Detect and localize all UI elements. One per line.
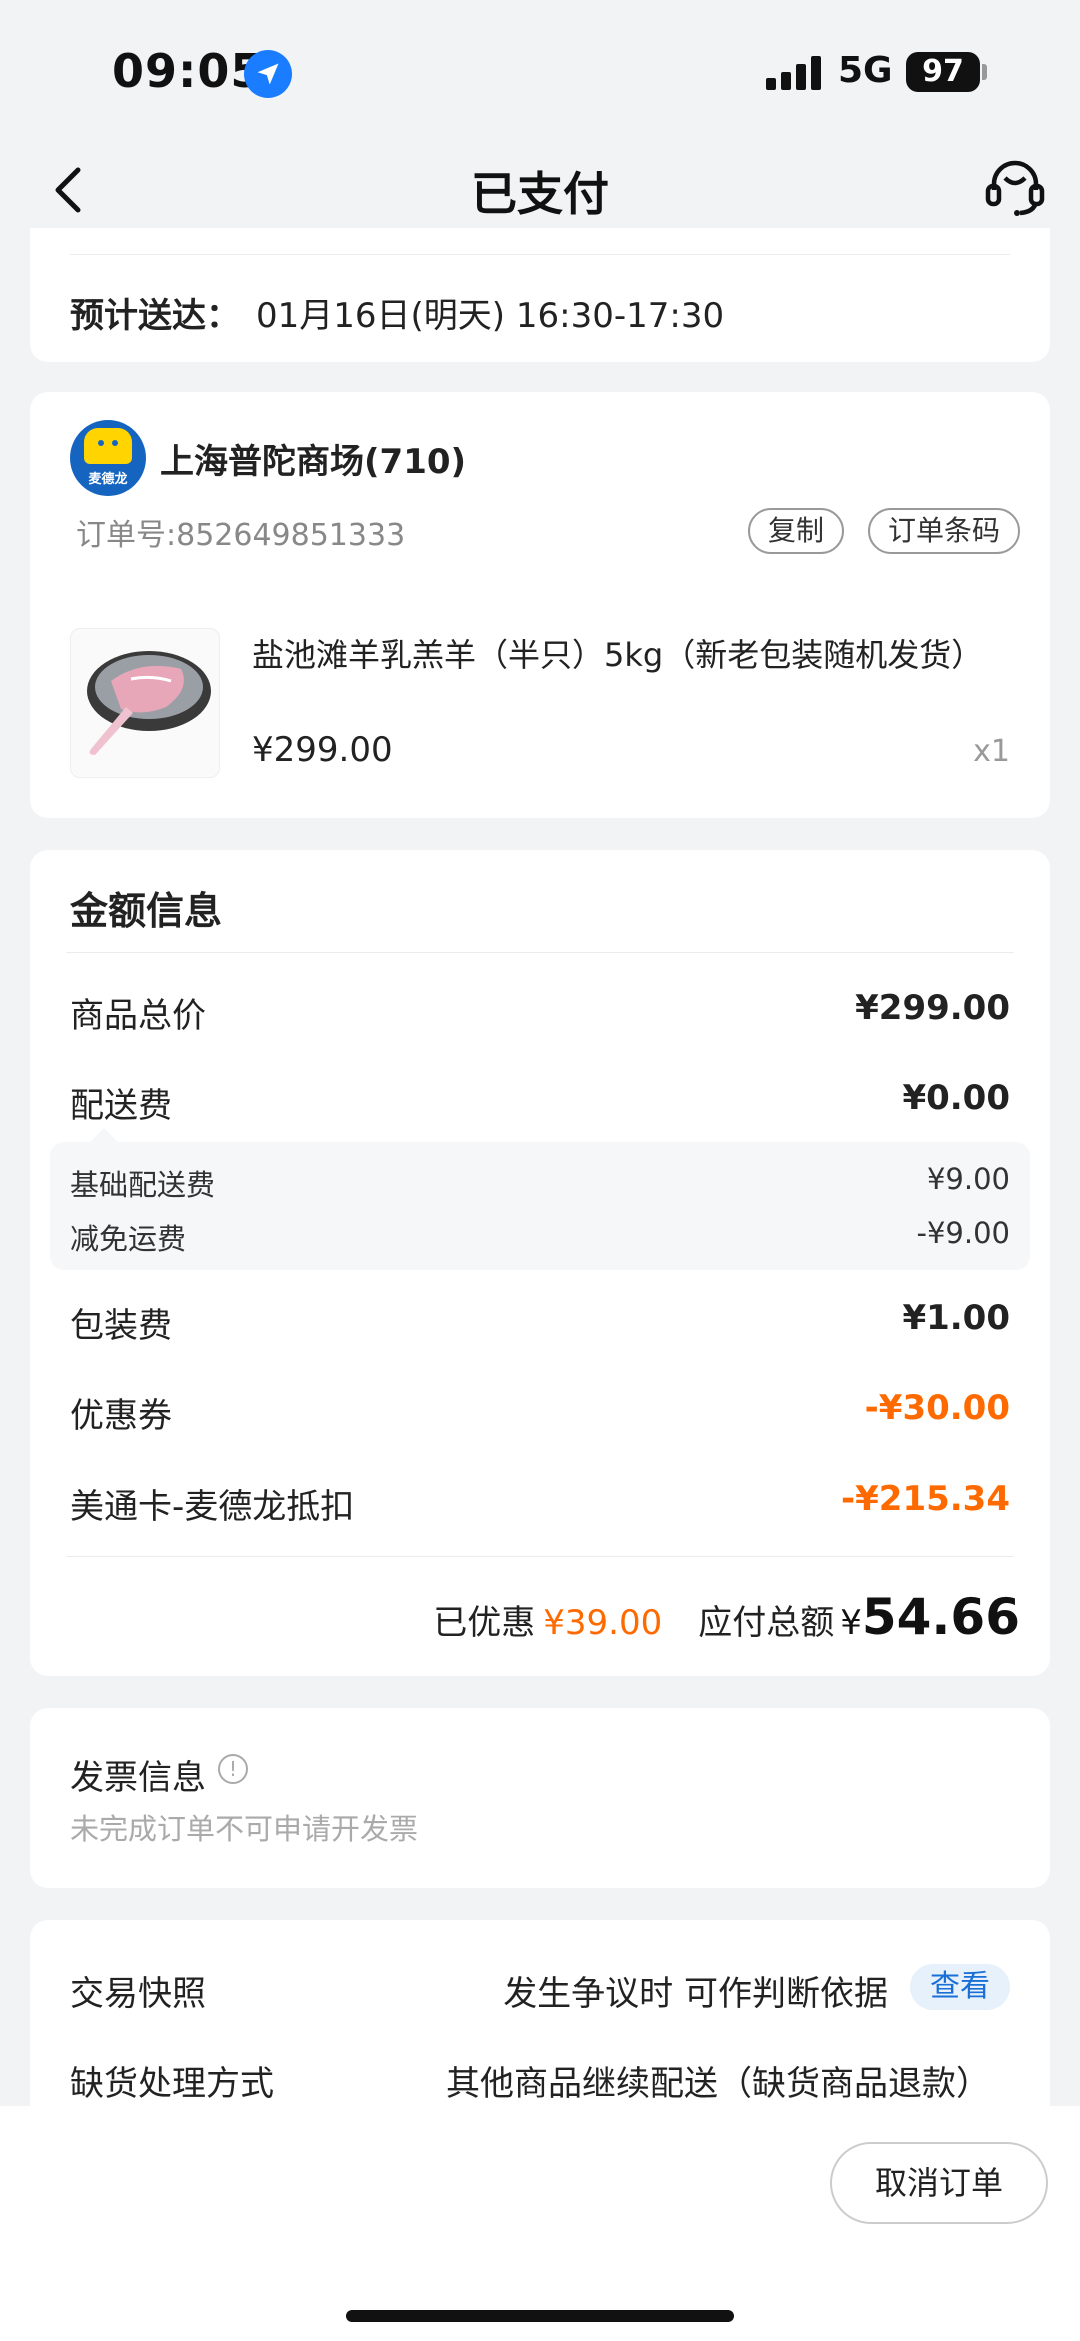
delivery-fee-detail: 基础配送费 ¥9.00 减免运费 -¥9.00 — [50, 1128, 1030, 1270]
status-time: 09:05 — [112, 44, 264, 98]
delivery-fee-label: 配送费 — [70, 1086, 172, 1126]
order-card: 麦德龙 上海普陀商场(710) 订单号:852649851333 复制 订单条码… — [30, 392, 1050, 818]
store-logo: 麦德龙 — [70, 420, 146, 496]
page-title: 已支付 — [471, 167, 609, 221]
packaging-fee-label: 包装费 — [70, 1306, 172, 1346]
order-number: 订单号:852649851333 — [76, 518, 406, 553]
divider — [70, 254, 1010, 255]
subtotal-label: 商品总价 — [70, 996, 206, 1036]
logo-elephant-icon — [84, 428, 132, 464]
out-of-stock-label: 缺货处理方式 — [70, 2064, 274, 2104]
status-bar: 09:05 5G 97 — [0, 0, 1080, 140]
out-of-stock-value[interactable]: 其他商品继续配送（缺货商品退款） — [446, 2056, 990, 2105]
subtotal-value: ¥299.00 — [855, 988, 1010, 1028]
location-arrow-icon — [244, 50, 292, 98]
due-label: 应付总额 — [698, 1603, 835, 1643]
home-indicator[interactable] — [346, 2310, 734, 2322]
snapshot-card: 交易快照 发生争议时 可作判断依据 查看 缺货处理方式 其他商品继续配送（缺货商… — [30, 1920, 1050, 2120]
card-deduction-value: -¥215.34 — [841, 1479, 1010, 1519]
amount-title: 金额信息 — [70, 889, 223, 933]
signal-icon — [766, 56, 822, 90]
product-name[interactable]: 盐池滩羊乳羔羊（半只）5kg（新老包装随机发货） — [252, 630, 983, 676]
view-snapshot-button[interactable]: 查看 — [910, 1964, 1010, 2010]
base-delivery-value: ¥9.00 — [926, 1162, 1010, 1196]
battery-icon: 97 — [906, 52, 980, 92]
snapshot-label: 交易快照 — [70, 1974, 206, 2014]
customer-service-icon[interactable] — [980, 154, 1050, 224]
store-name[interactable]: 上海普陀商场(710) — [160, 434, 466, 483]
snapshot-text: 发生争议时 可作判断依据 — [503, 1974, 888, 2014]
bottom-action-bar: 取消订单 — [0, 2106, 1080, 2341]
divider — [66, 1556, 1014, 1557]
nav-bar: 已支付 — [0, 140, 1080, 240]
delivery-fee-value: ¥0.00 — [902, 1078, 1010, 1118]
info-icon[interactable]: ! — [218, 1754, 248, 1784]
battery-tip — [982, 64, 987, 80]
order-barcode-button[interactable]: 订单条码 — [868, 508, 1020, 554]
network-type: 5G — [838, 50, 893, 91]
copy-button[interactable]: 复制 — [748, 508, 844, 554]
delivery-card: 预计送达： 01月16日(明天) 16:30-17:30 — [30, 228, 1050, 362]
cancel-order-button[interactable]: 取消订单 — [830, 2142, 1048, 2224]
invoice-card: 发票信息 ! 未完成订单不可申请开发票 — [30, 1708, 1050, 1888]
base-delivery-label: 基础配送费 — [70, 1168, 216, 1202]
invoice-note: 未完成订单不可申请开发票 — [70, 1812, 419, 1846]
packaging-fee-value: ¥1.00 — [902, 1298, 1010, 1338]
product-quantity: x1 — [973, 734, 1010, 769]
saved-label: 已优惠 — [433, 1603, 536, 1643]
coupon-value: -¥30.00 — [864, 1388, 1010, 1428]
product-image[interactable] — [70, 628, 220, 778]
eta-label: 预计送达： — [70, 296, 240, 336]
product-price: ¥299.00 — [252, 730, 393, 770]
eta-value: 01月16日(明天) 16:30-17:30 — [256, 296, 725, 336]
card-deduction-label: 美通卡-麦德龙抵扣 — [70, 1487, 355, 1527]
saved-value: ¥39.00 — [543, 1603, 663, 1643]
logo-text: 麦德龙 — [88, 472, 128, 487]
total-row: 已优惠 ¥39.00 应付总额 ¥54.66 — [433, 1588, 1020, 1648]
due-total: 54.66 — [861, 1588, 1020, 1646]
coupon-label: 优惠券 — [70, 1396, 172, 1436]
delivery-discount-label: 减免运费 — [70, 1222, 187, 1256]
delivery-discount-value: -¥9.00 — [916, 1216, 1011, 1250]
divider — [66, 952, 1014, 953]
invoice-title: 发票信息 — [70, 1758, 206, 1798]
amount-card: 金额信息 商品总价 ¥299.00 配送费 ¥0.00 基础配送费 ¥9.00 … — [30, 850, 1050, 1676]
due-currency: ¥ — [840, 1603, 862, 1643]
